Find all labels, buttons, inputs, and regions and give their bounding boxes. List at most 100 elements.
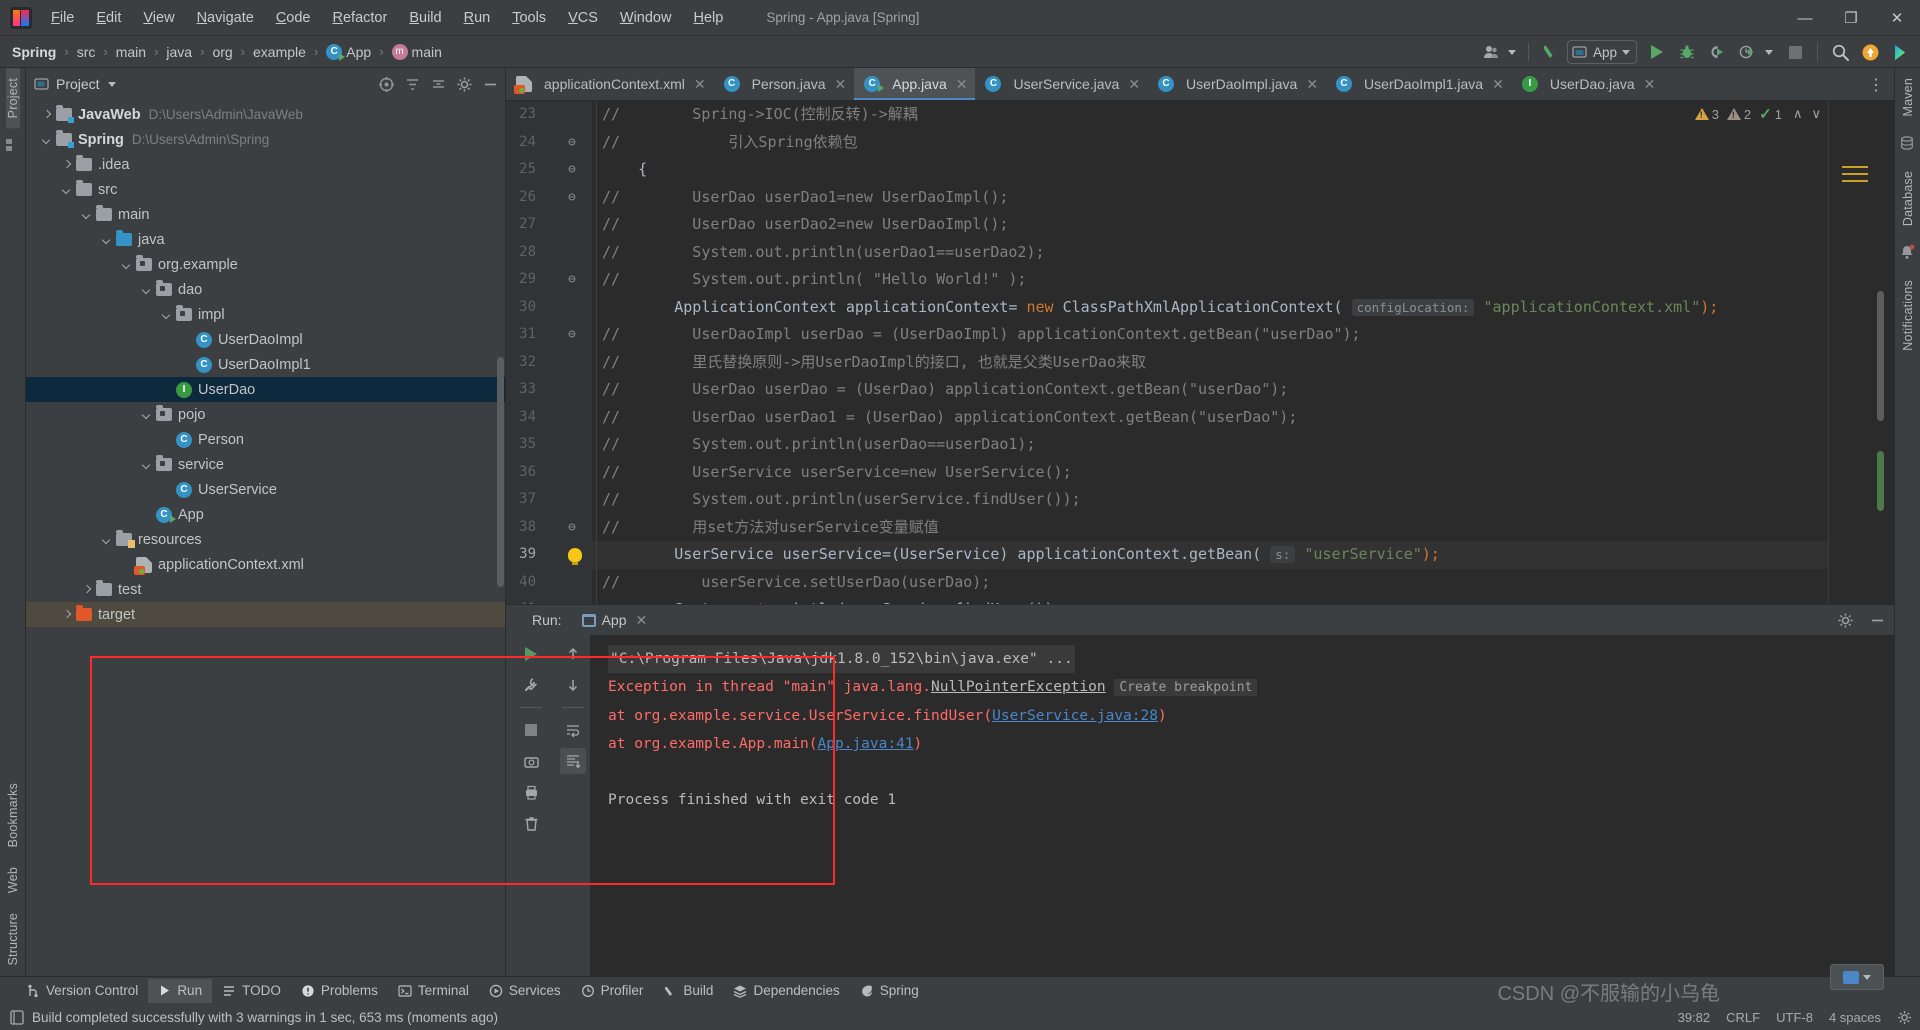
code-line-29[interactable]: // System.out.println( "Hello World!" ); — [602, 266, 1718, 294]
gear-icon[interactable] — [1897, 1010, 1912, 1025]
minimize-button[interactable]: — — [1782, 0, 1828, 36]
menu-refactor[interactable]: Refactor — [322, 0, 399, 36]
chevron-down-icon[interactable] — [160, 308, 174, 322]
run-configuration-selector[interactable]: App — [1566, 40, 1637, 64]
fold-region-icon[interactable]: ⊖ — [568, 156, 588, 184]
bottom-tool-profiler[interactable]: Profiler — [571, 979, 654, 1003]
tree-node-resources[interactable]: resources — [26, 527, 505, 552]
tree-node-target[interactable]: target — [26, 602, 505, 627]
scroll-up-icon[interactable] — [560, 641, 586, 667]
next-problem-icon[interactable]: ∨ — [1808, 106, 1824, 122]
hide-panel-icon[interactable] — [1866, 609, 1888, 631]
tree-node-main[interactable]: main — [26, 202, 505, 227]
menu-view[interactable]: View — [132, 0, 185, 36]
close-icon[interactable]: ✕ — [1306, 76, 1318, 93]
menu-help[interactable]: Help — [682, 0, 734, 36]
clear-all-icon[interactable] — [518, 810, 544, 836]
fold-region-icon[interactable]: ⊖ — [568, 321, 588, 349]
gutter-cell[interactable] — [568, 239, 588, 267]
editor-gutter[interactable]: 2324252627282930313233343536373839404142… — [506, 101, 592, 604]
bottom-tool-version-control[interactable]: Version Control — [16, 979, 148, 1003]
close-icon[interactable]: ✕ — [694, 76, 706, 93]
code-line-32[interactable]: // 里氏替换原则->用UserDaoImpl的接口, 也就是父类UserDao… — [602, 349, 1718, 377]
gutter-cell[interactable] — [568, 486, 588, 514]
code-line-23[interactable]: // Spring->IOC(控制反转)->解耦 — [602, 101, 1718, 129]
breadcrumb-item-example[interactable]: example — [251, 44, 308, 60]
tree-node-test[interactable]: test — [26, 577, 505, 602]
close-icon[interactable]: ✕ — [956, 76, 968, 93]
updates-icon[interactable] — [1856, 39, 1884, 65]
notifications-bell-icon[interactable] — [1899, 244, 1917, 262]
editor-scrollbar-lower[interactable] — [1877, 451, 1884, 511]
chevron-down-icon[interactable] — [1765, 49, 1773, 55]
create-breakpoint-badge[interactable]: Create breakpoint — [1114, 679, 1258, 696]
file-encoding[interactable]: UTF-8 — [1776, 1010, 1813, 1025]
chevron-down-icon[interactable] — [140, 283, 154, 297]
run-button[interactable] — [1643, 39, 1671, 65]
tree-node--idea[interactable]: .idea — [26, 152, 505, 177]
inspection-widget[interactable]: 3 2 ✓ 1 ∧ ∨ — [1694, 105, 1824, 123]
bottom-tool-run[interactable]: Run — [148, 978, 213, 1003]
scroll-down-icon[interactable] — [560, 672, 586, 698]
code-line-31[interactable]: // UserDaoImpl userDao = (UserDaoImpl) a… — [602, 321, 1718, 349]
editor-right-gutter[interactable] — [1828, 101, 1894, 604]
collapse-all-icon[interactable] — [427, 73, 449, 95]
chevron-right-icon[interactable] — [80, 583, 94, 597]
maximize-button[interactable]: ❐ — [1828, 0, 1874, 36]
tree-node-userdaoimpl[interactable]: UserDaoImpl — [26, 327, 505, 352]
close-icon[interactable]: ✕ — [636, 612, 648, 629]
gutter-cell[interactable] — [568, 569, 588, 597]
gutter-cell[interactable] — [568, 211, 588, 239]
editor-tab-person-java[interactable]: Person.java ✕ — [714, 68, 855, 100]
close-icon[interactable]: ✕ — [1644, 76, 1656, 93]
bottom-tool-todo[interactable]: TODO — [212, 979, 291, 1003]
fold-region-icon[interactable]: ⊖ — [568, 184, 588, 212]
camera-icon[interactable] — [518, 748, 544, 774]
indent-setting[interactable]: 4 spaces — [1829, 1010, 1881, 1025]
tree-node-java[interactable]: java — [26, 227, 505, 252]
chevron-down-icon[interactable] — [1507, 49, 1516, 55]
breadcrumb-item-src[interactable]: src — [75, 44, 98, 60]
close-button[interactable]: ✕ — [1874, 0, 1920, 36]
gear-icon[interactable] — [453, 73, 475, 95]
tree-node-org-example[interactable]: org.example — [26, 252, 505, 277]
editor-scrollbar[interactable] — [1877, 291, 1884, 421]
menu-navigate[interactable]: Navigate — [186, 0, 265, 36]
tool-button-structure[interactable]: Structure — [6, 903, 20, 976]
close-icon[interactable]: ✕ — [1128, 76, 1140, 93]
intention-bulb-icon[interactable] — [568, 541, 588, 569]
editor-tab-userdaoimpl1-java[interactable]: UserDaoImpl1.java ✕ — [1326, 68, 1512, 100]
chevron-right-icon[interactable] — [60, 158, 74, 172]
chevron-right-icon[interactable] — [40, 108, 54, 122]
update-icon[interactable] — [1537, 39, 1565, 65]
tree-node-applicationcontext-xml[interactable]: applicationContext.xml — [26, 552, 505, 577]
tool-button-project[interactable]: Project — [5, 68, 20, 129]
tool-button-bookmarks[interactable]: Bookmarks — [6, 773, 20, 857]
tree-node-javaweb[interactable]: JavaWeb D:\Users\Admin\JavaWeb — [26, 102, 505, 127]
fold-region-icon[interactable]: ⊖ — [568, 266, 588, 294]
chevron-down-icon[interactable] — [1622, 49, 1630, 55]
tree-node-src[interactable]: src — [26, 177, 505, 202]
chevron-down-icon[interactable] — [140, 408, 154, 422]
stack-trace-link[interactable]: UserService.java:28 — [992, 708, 1158, 724]
code-line-40[interactable]: // userService.setUserDao(userDao); — [602, 569, 1718, 597]
chevron-down-icon[interactable] — [100, 233, 114, 247]
tree-node-userdaoimpl1[interactable]: UserDaoImpl1 — [26, 352, 505, 377]
code-line-28[interactable]: // System.out.println(userDao1==userDao2… — [602, 239, 1718, 267]
code-line-37[interactable]: // System.out.println(userService.findUs… — [602, 486, 1718, 514]
search-icon[interactable] — [1826, 39, 1854, 65]
code-content[interactable]: // Spring->IOC(控制反转)->解耦// 引入Spring依赖包 {… — [592, 101, 1828, 604]
tree-node-userdao[interactable]: UserDao — [26, 377, 505, 402]
code-line-24[interactable]: // 引入Spring依赖包 — [602, 129, 1718, 157]
close-icon[interactable]: ✕ — [1492, 76, 1504, 93]
print-icon[interactable] — [518, 779, 544, 805]
gutter-cell[interactable] — [568, 431, 588, 459]
gutter-cell[interactable] — [568, 459, 588, 487]
menu-edit[interactable]: Edit — [85, 0, 132, 36]
code-line-25[interactable]: { — [602, 156, 1718, 184]
ide-icon[interactable] — [1886, 39, 1914, 65]
tool-button-maven[interactable]: Maven — [1901, 68, 1915, 127]
editor-tabs[interactable]: applicationContext.xml✕Person.java✕App.j… — [506, 68, 1894, 101]
line-separator[interactable]: CRLF — [1726, 1010, 1760, 1025]
gutter-cell[interactable] — [568, 101, 588, 129]
